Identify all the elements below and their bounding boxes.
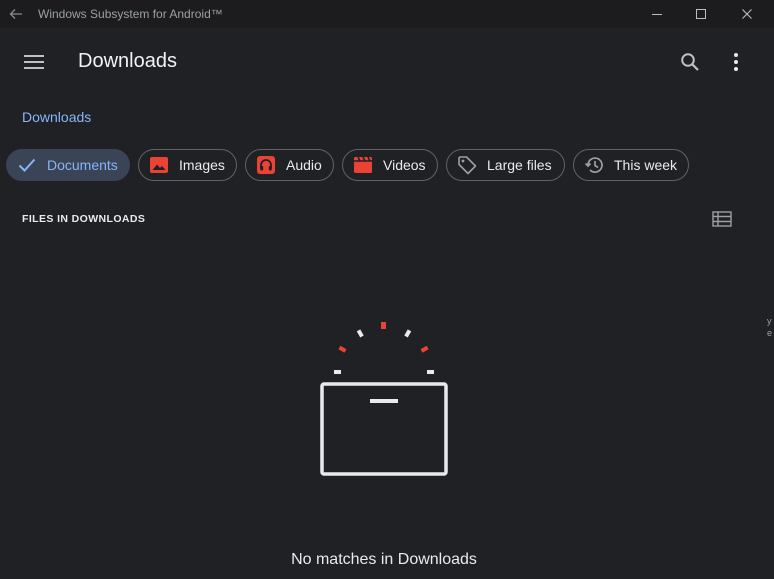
check-icon xyxy=(17,155,37,175)
edge-text-1: y xyxy=(767,316,772,326)
headphones-icon xyxy=(256,155,276,175)
hamburger-menu-icon xyxy=(24,55,44,69)
menu-button[interactable] xyxy=(16,46,52,78)
close-icon xyxy=(742,9,752,19)
window-title: Windows Subsystem for Android™ xyxy=(38,7,223,21)
search-icon xyxy=(681,53,699,71)
title-bar: Windows Subsystem for Android™ xyxy=(0,0,774,28)
empty-state-message: No matches in Downloads xyxy=(291,551,477,568)
chip-documents[interactable]: Documents xyxy=(6,149,130,181)
chip-label: Documents xyxy=(47,157,118,173)
section-header: FILES IN DOWNLOADS xyxy=(22,213,146,225)
empty-folder-illustration xyxy=(318,318,450,480)
more-vert-icon xyxy=(734,53,738,71)
breadcrumb[interactable]: Downloads xyxy=(22,109,91,125)
tag-icon xyxy=(457,155,477,175)
chip-videos[interactable]: Videos xyxy=(342,149,438,181)
chip-images[interactable]: Images xyxy=(138,149,237,181)
chip-audio[interactable]: Audio xyxy=(245,149,334,181)
edge-overflow-text: y e xyxy=(767,315,774,339)
more-options-button[interactable] xyxy=(720,46,752,78)
empty-box-icon xyxy=(320,322,448,476)
history-icon xyxy=(584,155,604,175)
chip-label: Videos xyxy=(383,157,426,173)
app-window: Windows Subsystem for Android™ Downloads… xyxy=(0,0,774,579)
edge-text-2: e xyxy=(767,328,773,338)
view-list-icon xyxy=(712,211,732,227)
search-button[interactable] xyxy=(674,46,706,78)
minimize-icon xyxy=(652,14,662,15)
close-button[interactable] xyxy=(724,0,770,28)
back-arrow-icon[interactable] xyxy=(6,4,26,24)
chip-this-week[interactable]: This week xyxy=(573,149,689,181)
minimize-button[interactable] xyxy=(634,0,680,28)
page-title: Downloads xyxy=(78,50,177,72)
chip-large-files[interactable]: Large files xyxy=(446,149,565,181)
chip-label: Large files xyxy=(487,157,552,173)
image-icon xyxy=(149,155,169,175)
chip-label: Images xyxy=(179,157,225,173)
chip-label: Audio xyxy=(286,157,322,173)
chip-label: This week xyxy=(614,157,678,173)
movie-icon xyxy=(353,155,373,175)
maximize-button[interactable] xyxy=(678,0,724,28)
list-view-toggle[interactable] xyxy=(710,208,734,230)
maximize-icon xyxy=(696,9,706,19)
app-bar: Downloads xyxy=(0,28,774,98)
